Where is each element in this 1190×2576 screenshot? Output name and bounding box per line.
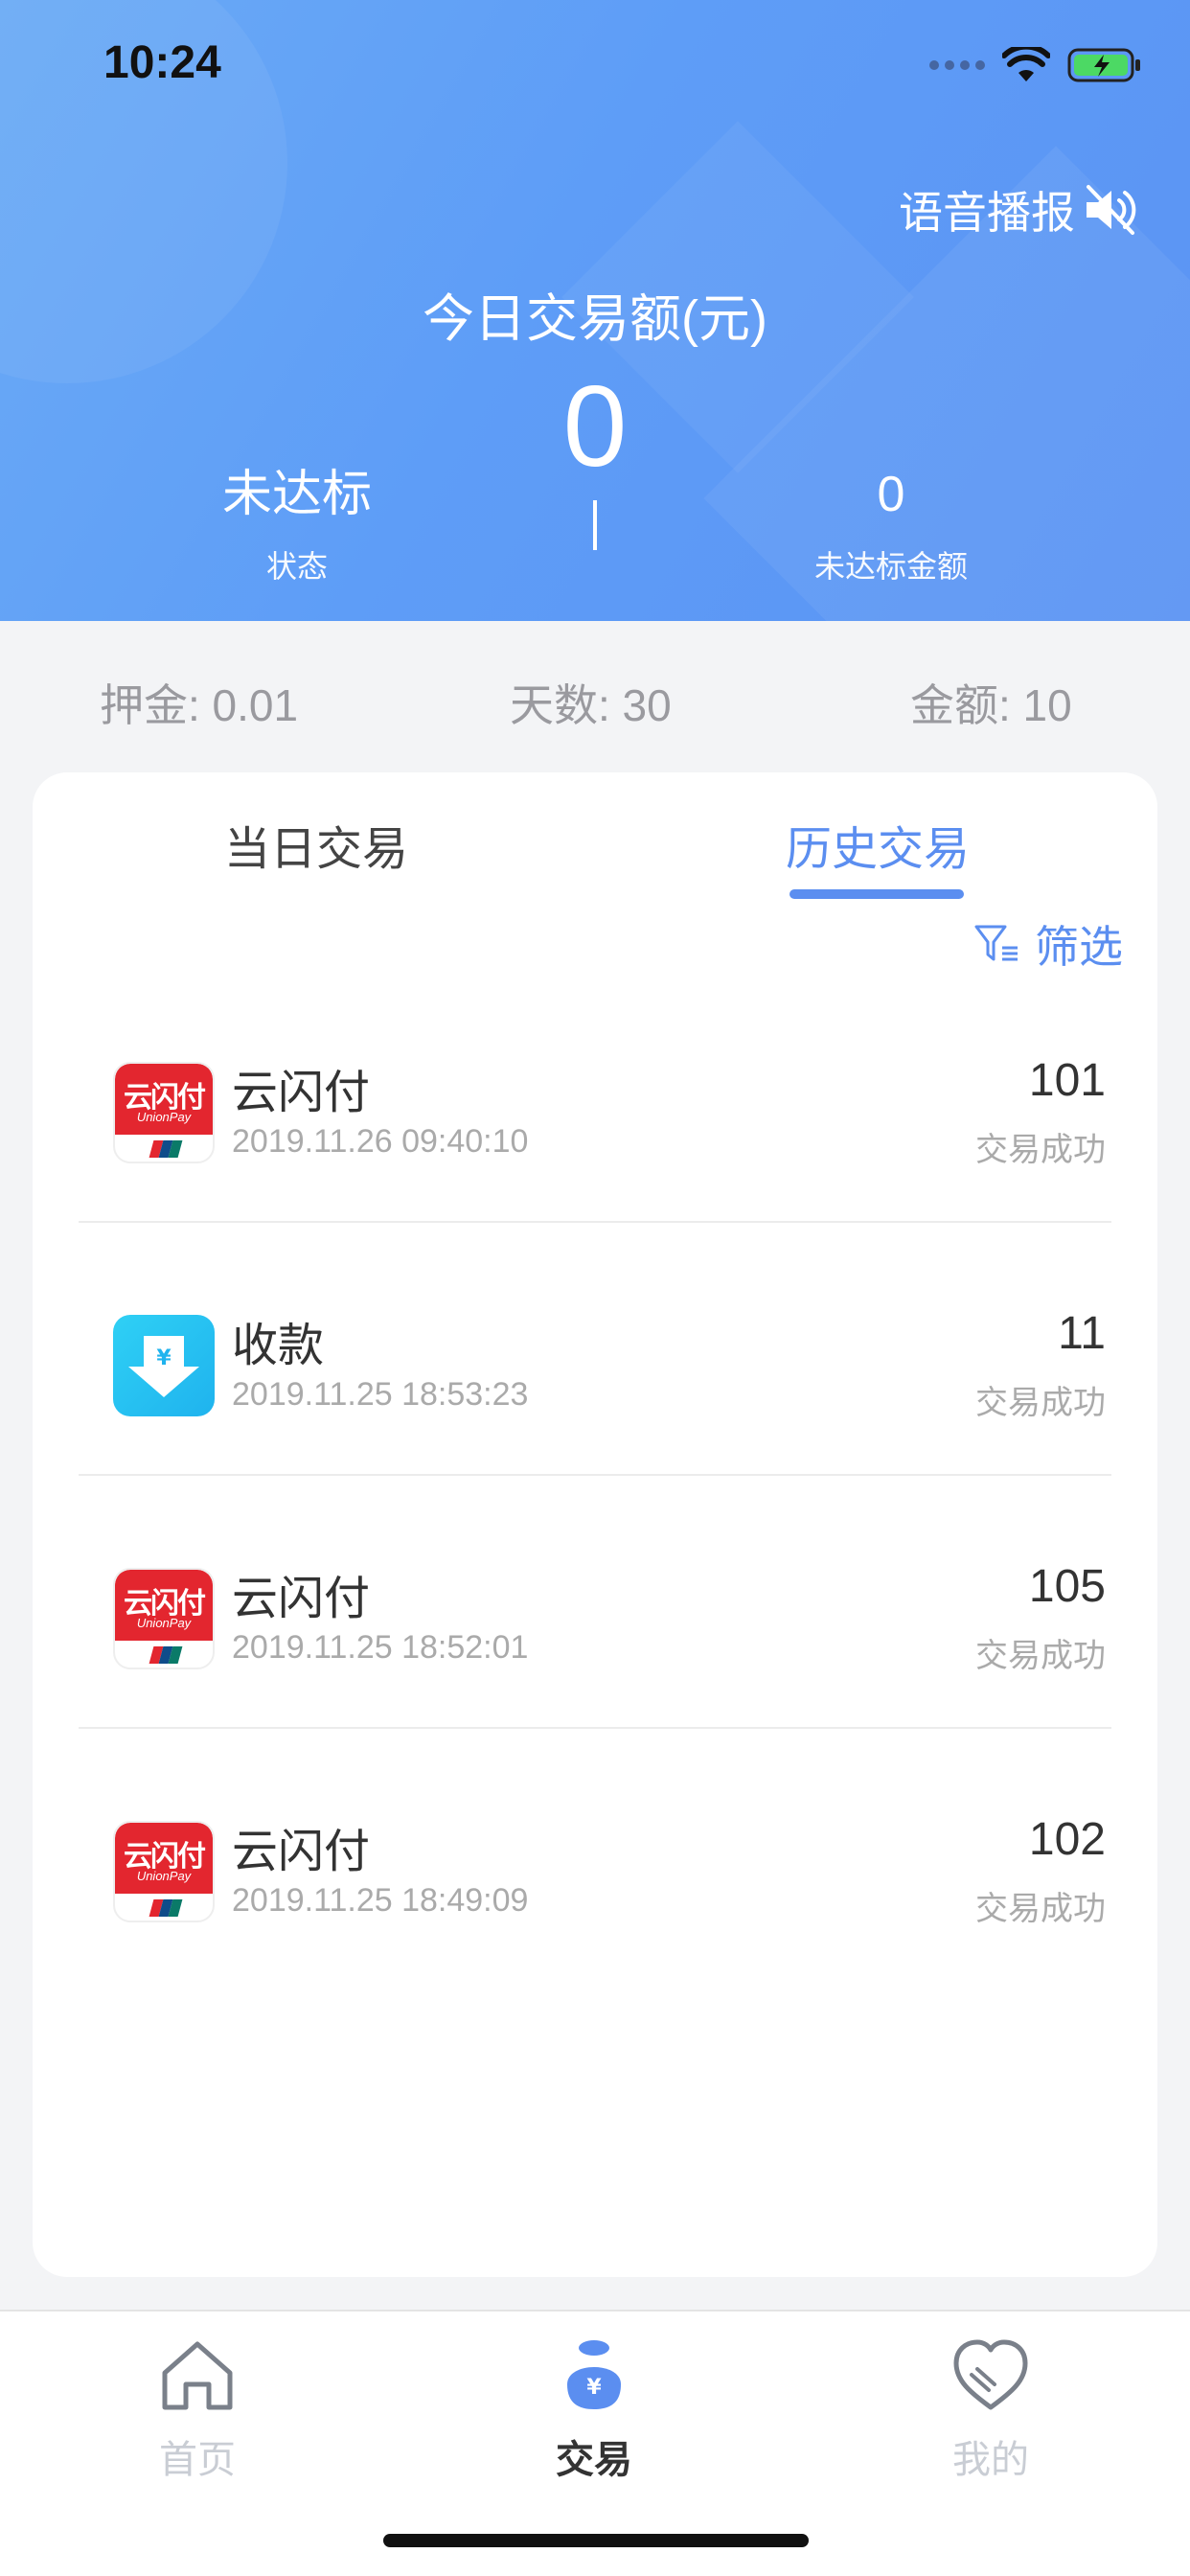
transaction-amount: 105 (1028, 1561, 1106, 1612)
tab-home-label: 首页 (159, 2439, 236, 2481)
tab-trade-label: 交易 (556, 2439, 632, 2481)
cellular-signal-icon (929, 60, 985, 70)
tab-mine-label: 我的 (952, 2439, 1029, 2481)
svg-text:¥: ¥ (156, 1346, 172, 1370)
battery-charging-icon (1067, 48, 1140, 82)
transaction-status: 交易成功 (975, 1132, 1106, 1168)
amount-text: 金额: 10 (910, 680, 1072, 730)
transaction-time: 2019.11.25 18:49:09 (232, 1882, 529, 1919)
deposit-info-row: 押金: 0.01 天数: 30 金额: 10 (0, 671, 1190, 730)
status-value: 未达标 (221, 467, 372, 522)
transaction-name: 云闪付 (232, 1574, 371, 1624)
home-indicator (383, 2534, 809, 2547)
tab-today-transactions[interactable]: 当日交易 (224, 811, 408, 878)
wifi-icon (1002, 47, 1050, 81)
filter-icon (974, 925, 1018, 961)
voice-broadcast-toggle[interactable]: 语音播报 (899, 178, 1140, 242)
status-stat: 未达标 状态 (105, 464, 489, 586)
unmet-amount-stat: 0 未达标金额 (699, 464, 1083, 586)
transaction-name: 云闪付 (232, 1827, 371, 1877)
status-bar-time: 10:24 (103, 37, 221, 88)
speaker-muted-icon (1087, 185, 1136, 235)
logo-text: UnionPay (136, 1110, 192, 1124)
transaction-status: 交易成功 (975, 1385, 1106, 1421)
transaction-row[interactable]: ¥ 收款 2019.11.25 18:53:23 11 交易成功 (79, 1223, 1111, 1476)
unmet-amount-label: 未达标金额 (813, 549, 968, 584)
transactions-card: 当日交易 历史交易 筛选 云闪付 UnionPay 云闪付 2019.11.26… (33, 772, 1157, 2277)
active-tab-indicator (790, 889, 964, 899)
transaction-status: 交易成功 (975, 1638, 1106, 1674)
unionpay-logo-icon: 云闪付 UnionPay (113, 1568, 215, 1669)
home-icon (162, 2341, 233, 2410)
transaction-amount: 102 (1028, 1814, 1106, 1865)
transaction-name: 收款 (232, 1321, 325, 1371)
transaction-amount: 11 (1058, 1308, 1106, 1359)
transaction-status: 交易成功 (975, 1891, 1106, 1927)
transaction-time: 2019.11.25 18:53:23 (232, 1376, 529, 1413)
logo-text: UnionPay (136, 1616, 192, 1630)
transaction-name: 云闪付 (232, 1068, 371, 1118)
tab-mine[interactable]: 我的 (895, 2327, 1087, 2484)
transaction-row[interactable]: 云闪付 UnionPay 云闪付 2019.11.25 18:49:09 102… (79, 1729, 1111, 1982)
money-bag-icon: ¥ (567, 2340, 621, 2409)
voice-broadcast-label: 语音播报 (899, 188, 1075, 238)
header-banner: 10:24 语音播报 今日交易额(元) 0 未达标 状态 0 未达标金额 (0, 0, 1190, 621)
filter-label: 筛选 (1035, 922, 1123, 972)
svg-text:¥: ¥ (586, 2376, 602, 2400)
transaction-row[interactable]: 云闪付 UnionPay 云闪付 2019.11.26 09:40:10 101… (79, 970, 1111, 1223)
receive-payment-icon: ¥ (113, 1315, 215, 1416)
tab-home[interactable]: 首页 (102, 2327, 293, 2484)
status-bar-icons (929, 42, 1142, 88)
tab-trade[interactable]: ¥ 交易 (498, 2327, 690, 2484)
header-divider (593, 500, 597, 550)
status-label: 状态 (265, 549, 328, 584)
transaction-row[interactable]: 云闪付 UnionPay 云闪付 2019.11.25 18:52:01 105… (79, 1476, 1111, 1729)
unionpay-logo-icon: 云闪付 UnionPay (113, 1821, 215, 1922)
logo-text: UnionPay (136, 1869, 192, 1883)
days-text: 天数: 30 (510, 680, 672, 730)
transaction-time: 2019.11.26 09:40:10 (232, 1123, 529, 1160)
filter-button[interactable]: 筛选 (973, 912, 1123, 976)
unionpay-logo-icon: 云闪付 UnionPay (113, 1062, 215, 1163)
unmet-amount-value: 0 (877, 467, 905, 522)
transaction-time: 2019.11.25 18:52:01 (232, 1629, 529, 1666)
tab-history-transactions[interactable]: 历史交易 (786, 811, 970, 878)
today-volume-title: 今日交易额(元) (423, 290, 767, 348)
heart-profile-icon (953, 2339, 1028, 2410)
transaction-amount: 101 (1028, 1055, 1106, 1106)
deposit-text: 押金: 0.01 (100, 680, 299, 730)
